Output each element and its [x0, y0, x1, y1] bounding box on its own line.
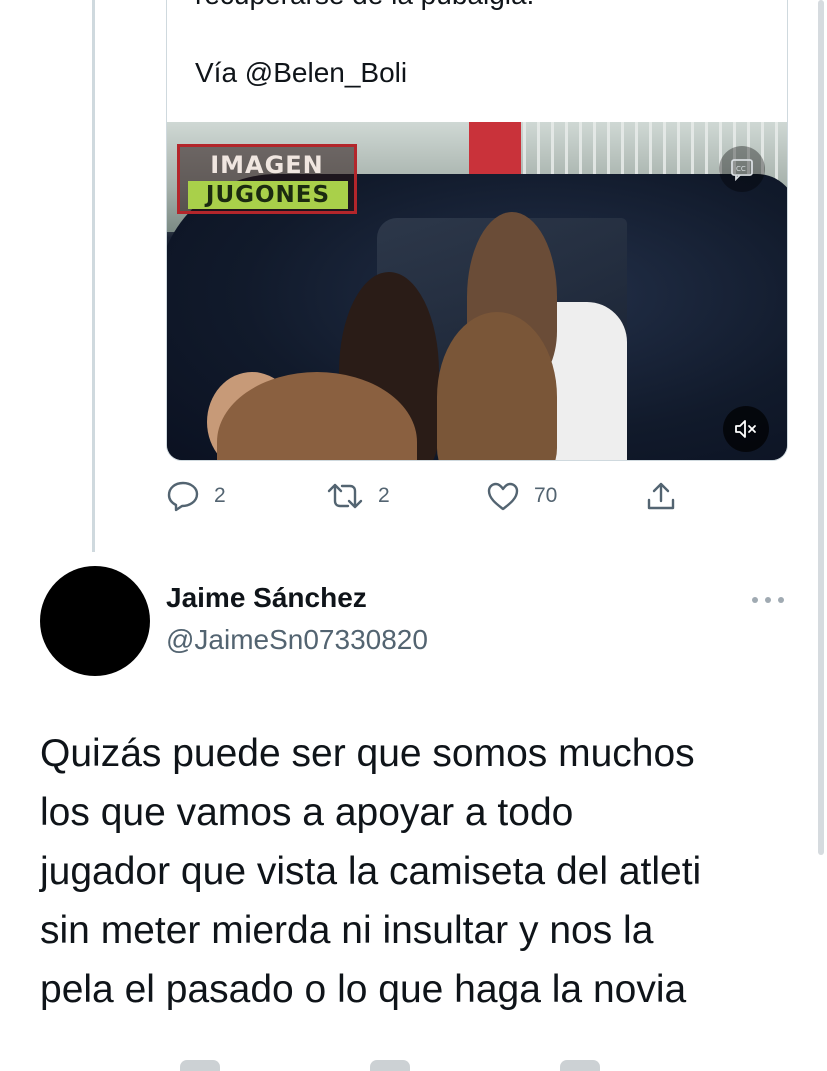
- author-name[interactable]: Jaime Sánchez: [166, 582, 367, 614]
- more-options-icon[interactable]: [752, 590, 786, 610]
- quoted-tweet-text-line: recuperarse de la pubalgia.: [195, 0, 775, 15]
- quoted-tweet-via: Vía @Belen_Boli: [195, 57, 408, 88]
- avatar[interactable]: [40, 566, 150, 676]
- video-player[interactable]: IMAGEN JUGONES CC: [167, 122, 787, 460]
- more-dot: [752, 597, 758, 603]
- share-icon: [647, 482, 675, 510]
- tweet-body-line: jugador que vista la camiseta del atleti: [40, 850, 702, 893]
- next-content-edge: [160, 1060, 800, 1071]
- video-scene-sign: [469, 122, 521, 178]
- share-button[interactable]: [645, 478, 677, 514]
- tweet-body: Quizás puede ser que somos muchos los qu…: [40, 724, 810, 1019]
- next-content-fragment: [180, 1060, 220, 1071]
- reply-count: 2: [214, 484, 226, 507]
- retweet-button[interactable]: 2: [326, 478, 390, 514]
- more-dot: [778, 597, 784, 603]
- tweet-body-line: los que vamos a apoyar a todo: [40, 791, 574, 834]
- thread-connector-line: [92, 0, 95, 552]
- closed-captions-icon: CC: [731, 159, 753, 181]
- svg-text:CC: CC: [736, 165, 746, 173]
- mute-button[interactable]: [723, 406, 769, 452]
- tweet-body-line: pela el pasado o lo que haga la novia: [40, 968, 687, 1011]
- retweet-icon: [327, 483, 363, 509]
- next-content-fragment: [370, 1060, 410, 1071]
- volume-muted-icon: [735, 420, 756, 438]
- reply-icon: [167, 481, 199, 512]
- like-count: 70: [534, 484, 558, 507]
- closed-captions-button[interactable]: CC: [719, 146, 765, 192]
- reply-button[interactable]: 2: [166, 478, 226, 514]
- more-dot: [765, 597, 771, 603]
- author-handle[interactable]: @JaimeSn07330820: [166, 624, 428, 656]
- channel-logo-top: IMAGEN: [210, 151, 324, 179]
- channel-logo-bottom: JUGONES: [188, 181, 348, 209]
- retweet-count: 2: [378, 484, 390, 507]
- tweet-body-line: Quizás puede ser que somos muchos: [40, 732, 695, 775]
- scrollbar[interactable]: [818, 0, 824, 855]
- quoted-tweet-text: recuperarse de la pubalgia. Vía @Belen_B…: [195, 0, 775, 93]
- next-content-fragment: [560, 1060, 600, 1071]
- like-button[interactable]: 70: [486, 478, 557, 514]
- quoted-tweet-card[interactable]: recuperarse de la pubalgia. Vía @Belen_B…: [166, 0, 788, 461]
- tweet-body-line: sin meter mierda ni insultar y nos la: [40, 909, 654, 952]
- channel-logo: IMAGEN JUGONES: [177, 144, 357, 214]
- heart-icon: [487, 482, 519, 511]
